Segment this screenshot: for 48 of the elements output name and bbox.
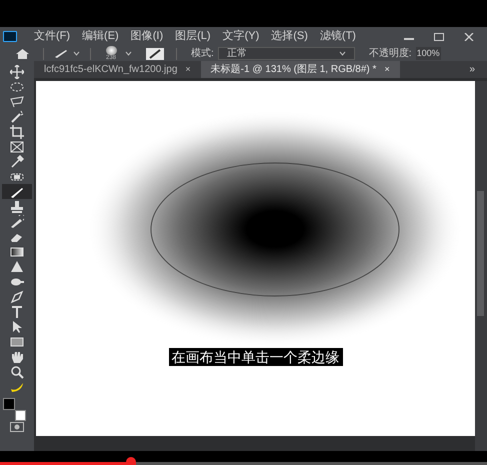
- opacity-field[interactable]: 100%: [416, 46, 441, 60]
- menu-item[interactable]: 图层(L): [175, 28, 211, 45]
- zoom-icon: [10, 364, 24, 378]
- background-color-swatch[interactable]: [15, 410, 26, 421]
- maximize-icon[interactable]: [433, 32, 445, 40]
- menu-item[interactable]: 滤镜(T): [320, 28, 356, 45]
- menu-item[interactable]: 文件(F): [34, 28, 70, 45]
- mode-dropdown[interactable]: 正常: [218, 47, 355, 60]
- brush-settings-icon[interactable]: [146, 48, 164, 60]
- video-progress-track[interactable]: [0, 462, 487, 465]
- pen-icon: [10, 290, 24, 304]
- type-icon: [10, 304, 24, 318]
- caret-icon: [338, 51, 346, 56]
- menu-item[interactable]: 选择(S): [271, 28, 308, 45]
- foreground-color-swatch[interactable]: [3, 398, 15, 410]
- stamp-icon: [10, 200, 24, 214]
- tab-close-button[interactable]: ×: [384, 62, 390, 76]
- close-icon[interactable]: [463, 32, 475, 40]
- menu-item[interactable]: 文字(Y): [222, 28, 260, 45]
- gradient-icon: [10, 244, 24, 258]
- caret-icon[interactable]: [125, 51, 132, 56]
- brush-icon[interactable]: [54, 49, 67, 58]
- menu-item[interactable]: 编辑(E): [82, 28, 119, 45]
- history-brush-icon: [10, 214, 24, 228]
- lasso-icon: [10, 94, 24, 108]
- magic-wand-icon: [10, 110, 24, 124]
- mode-label: 模式:: [191, 46, 214, 61]
- app-logo-icon: [3, 31, 17, 42]
- tabs-overflow-button[interactable]: »: [469, 61, 475, 78]
- home-icon[interactable]: [16, 48, 29, 58]
- opacity-label: 不透明度:: [368, 46, 412, 61]
- scrollbar[interactable]: [475, 81, 487, 451]
- document-tab[interactable]: 未标题-1 @ 131% (图层 1, RGB/8#) * ×: [200, 61, 400, 78]
- ellipse-marquee-icon: [10, 80, 24, 94]
- triangle-icon: [10, 260, 24, 274]
- frame-icon: [10, 140, 24, 154]
- subtitle: 在画布当中单击一个柔边缘: [168, 348, 342, 366]
- pointer-icon: [10, 320, 24, 334]
- crop-icon: [10, 124, 24, 138]
- caret-icon[interactable]: [73, 51, 80, 56]
- tab-close-button[interactable]: ×: [185, 62, 191, 76]
- menu-item[interactable]: 图像(I): [130, 28, 164, 45]
- quick-mask-icon[interactable]: [10, 422, 24, 432]
- rectangle-icon: [10, 334, 24, 348]
- move-icon: [10, 64, 24, 78]
- playhead-handle[interactable]: [126, 457, 136, 465]
- hand-icon: [10, 350, 24, 364]
- tool-button[interactable]: [2, 184, 32, 199]
